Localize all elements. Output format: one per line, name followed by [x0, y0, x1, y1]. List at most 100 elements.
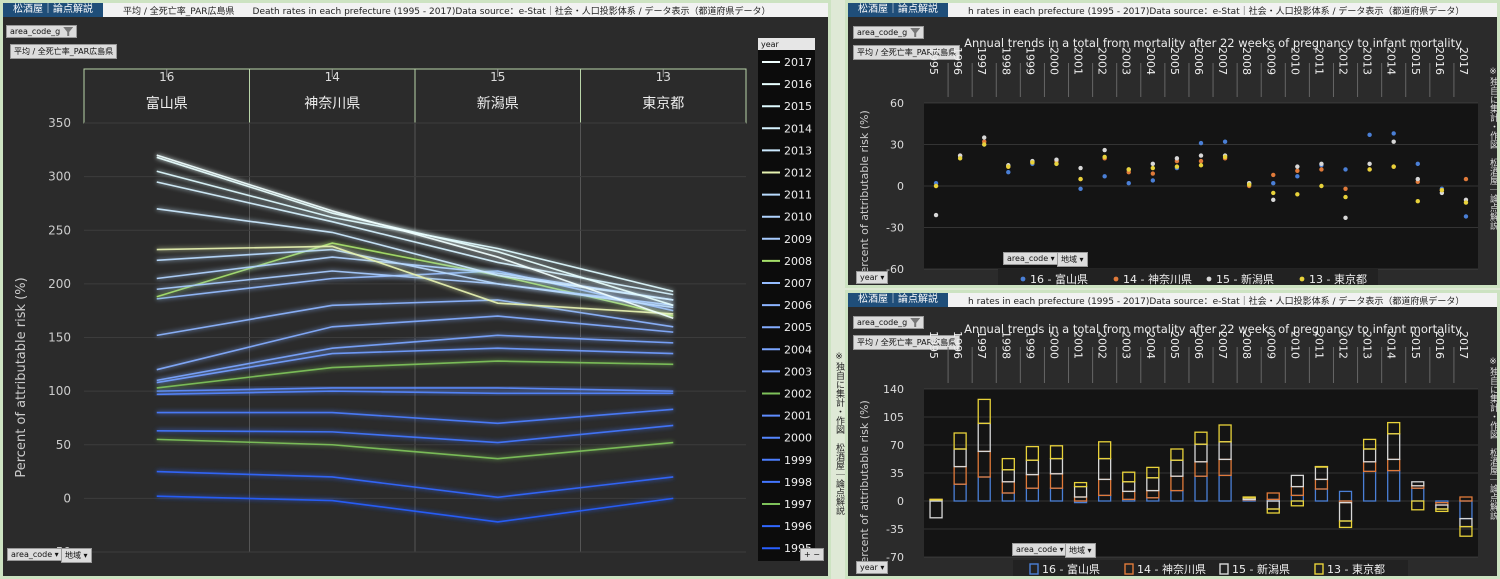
y-tick-label: -30: [886, 222, 904, 235]
bar-header-title: h rates in each prefecture (1995 - 2017)…: [968, 296, 1465, 307]
x-tick-label: 2008: [1240, 331, 1253, 359]
area-code-label-tr: area_code: [1007, 254, 1049, 263]
area-code-axis-chip[interactable]: area_code ▾: [7, 548, 63, 561]
brand-label: 松酒屋｜論点解説: [3, 3, 103, 17]
x-tick-label: 2007: [1216, 47, 1229, 75]
legend-label: 15 - 新潟県: [1216, 272, 1274, 286]
scatter-point: [1198, 163, 1204, 168]
y-tick-label: 300: [48, 170, 71, 184]
scatter-point: [1463, 200, 1469, 205]
bar-segment: [929, 498, 943, 501]
scatter-point: [1102, 154, 1107, 160]
category-code-label: 15: [490, 70, 505, 84]
legend-label-2000: 2000: [784, 432, 812, 445]
year-axis-label-br: year: [860, 563, 878, 572]
legend-label-2013: 2013: [784, 144, 812, 157]
x-tick-label: 1999: [1023, 331, 1036, 359]
legend-label: 16 - 富山県: [1042, 562, 1100, 576]
scatter-point: [1319, 161, 1324, 167]
scatter-point: [1343, 186, 1348, 191]
legend-label-1997: 1997: [784, 498, 812, 511]
x-tick-label: 2001: [1072, 331, 1085, 359]
area-code-axis-label: area_code: [11, 550, 53, 559]
y-tick-label: 100: [48, 384, 71, 398]
scatter-point: [1126, 167, 1131, 172]
x-tick-label: 2015: [1409, 47, 1422, 75]
line-chart: 16富山県14神奈川県15新潟県13東京都-500501001502002503…: [14, 38, 815, 561]
scatter-chart: Annual trends in a total from mortality …: [858, 36, 1478, 286]
legend-label-2001: 2001: [784, 410, 812, 423]
x-tick-label: 2015: [1409, 331, 1422, 359]
scatter-header-title: h rates in each prefecture (1995 - 2017)…: [968, 6, 1465, 17]
x-tick-label: 1998: [999, 47, 1012, 75]
scatter-point: [1463, 214, 1469, 219]
y-tick-label: 150: [48, 331, 71, 345]
scatter-point: [1030, 160, 1035, 165]
legend-label: 13 - 東京都: [1327, 562, 1385, 576]
area-code-chip-tr[interactable]: area_code ▾: [1003, 252, 1059, 265]
x-tick-label: 2011: [1312, 47, 1325, 75]
category-code-label: 13: [656, 70, 671, 84]
category-name-label: 東京都: [642, 96, 684, 112]
x-tick-label: 2003: [1120, 331, 1133, 359]
legend-label-2015: 2015: [784, 100, 812, 113]
x-tick-label: 2014: [1385, 47, 1398, 75]
scatter-point: [1054, 161, 1059, 167]
x-tick-label: 1999: [1023, 47, 1036, 75]
x-tick-label: 1997: [975, 47, 988, 75]
region-axis-chip[interactable]: 地域 ▾: [61, 548, 92, 563]
y-tick-label: 0: [897, 180, 904, 193]
expand-collapse-buttons[interactable]: + −: [800, 548, 824, 561]
bar-panel: 松酒屋｜論点解説 h rates in each prefecture (199…: [845, 290, 1500, 579]
year-axis-chip-br[interactable]: year ▾: [856, 561, 889, 574]
scatter-point: [1343, 194, 1348, 200]
scatter-point: [1006, 164, 1011, 169]
scatter-header-bar: 松酒屋｜論点解説 h rates in each prefecture (199…: [848, 3, 1497, 17]
region-chip-tr[interactable]: 地域 ▾: [1057, 252, 1088, 267]
scatter-point: [1391, 139, 1396, 144]
x-tick-label: 2014: [1385, 331, 1398, 359]
y-tick-label: 50: [56, 438, 71, 452]
category-name-label: 新潟県: [477, 96, 519, 112]
scatter-point: [1126, 181, 1131, 186]
scatter-point: [1367, 167, 1372, 172]
category-name-label: 富山県: [146, 95, 188, 112]
brand-label-tr: 松酒屋｜論点解説: [848, 3, 948, 17]
legend-swatch: [1299, 276, 1305, 282]
x-tick-label: 2006: [1192, 47, 1205, 75]
scatter-point: [1198, 158, 1204, 164]
legend-label-2012: 2012: [784, 167, 812, 180]
side-note-left: ※独自に集計・作図 松酒屋｜論点解説: [834, 352, 844, 515]
y-tick-label: -70: [886, 551, 904, 564]
main-header-avg: 平均 / 全死亡率_PAR広島県: [123, 6, 235, 17]
x-tick-label: 1997: [975, 331, 988, 359]
x-tick-label: 2013: [1361, 331, 1374, 359]
side-note-br: ※独自に集計・作図 松酒屋｜論点解説: [1488, 357, 1498, 520]
legend-title: year: [761, 40, 780, 49]
x-tick-label: 2005: [1168, 331, 1181, 359]
legend-label-2016: 2016: [784, 78, 812, 91]
x-tick-label: 2012: [1337, 331, 1350, 359]
scatter-point: [1415, 199, 1420, 204]
y-tick-label: 250: [48, 223, 71, 237]
scatter-point: [1102, 174, 1107, 179]
scatter-point: [1295, 192, 1300, 197]
scatter-point: [1102, 147, 1107, 153]
scatter-point: [1150, 161, 1156, 167]
scatter-point: [957, 156, 963, 161]
region-axis-label: 地域: [65, 551, 81, 560]
main-chart-panel: 松酒屋｜論点解説 平均 / 全死亡率_PAR広島県 Death rates in…: [0, 0, 831, 579]
scatter-point: [1078, 186, 1083, 191]
legend-label-2005: 2005: [784, 321, 812, 334]
scatter-point: [1391, 164, 1396, 169]
year-axis-chip-tr[interactable]: year ▾: [856, 271, 889, 284]
area-code-chip-br[interactable]: area_code ▾: [1012, 543, 1068, 556]
scatter-point: [1006, 169, 1011, 175]
stacked-bar-chart: Annual trends in a total from mortality …: [858, 322, 1478, 576]
x-tick-label: 2004: [1144, 47, 1157, 75]
x-tick-label: 2013: [1361, 47, 1374, 75]
x-tick-label: 2017: [1457, 47, 1470, 75]
x-tick-label: 2006: [1192, 331, 1205, 359]
region-chip-br[interactable]: 地域 ▾: [1065, 543, 1096, 558]
main-header-title: Death rates in each prefecture (1995 - 2…: [252, 6, 771, 17]
